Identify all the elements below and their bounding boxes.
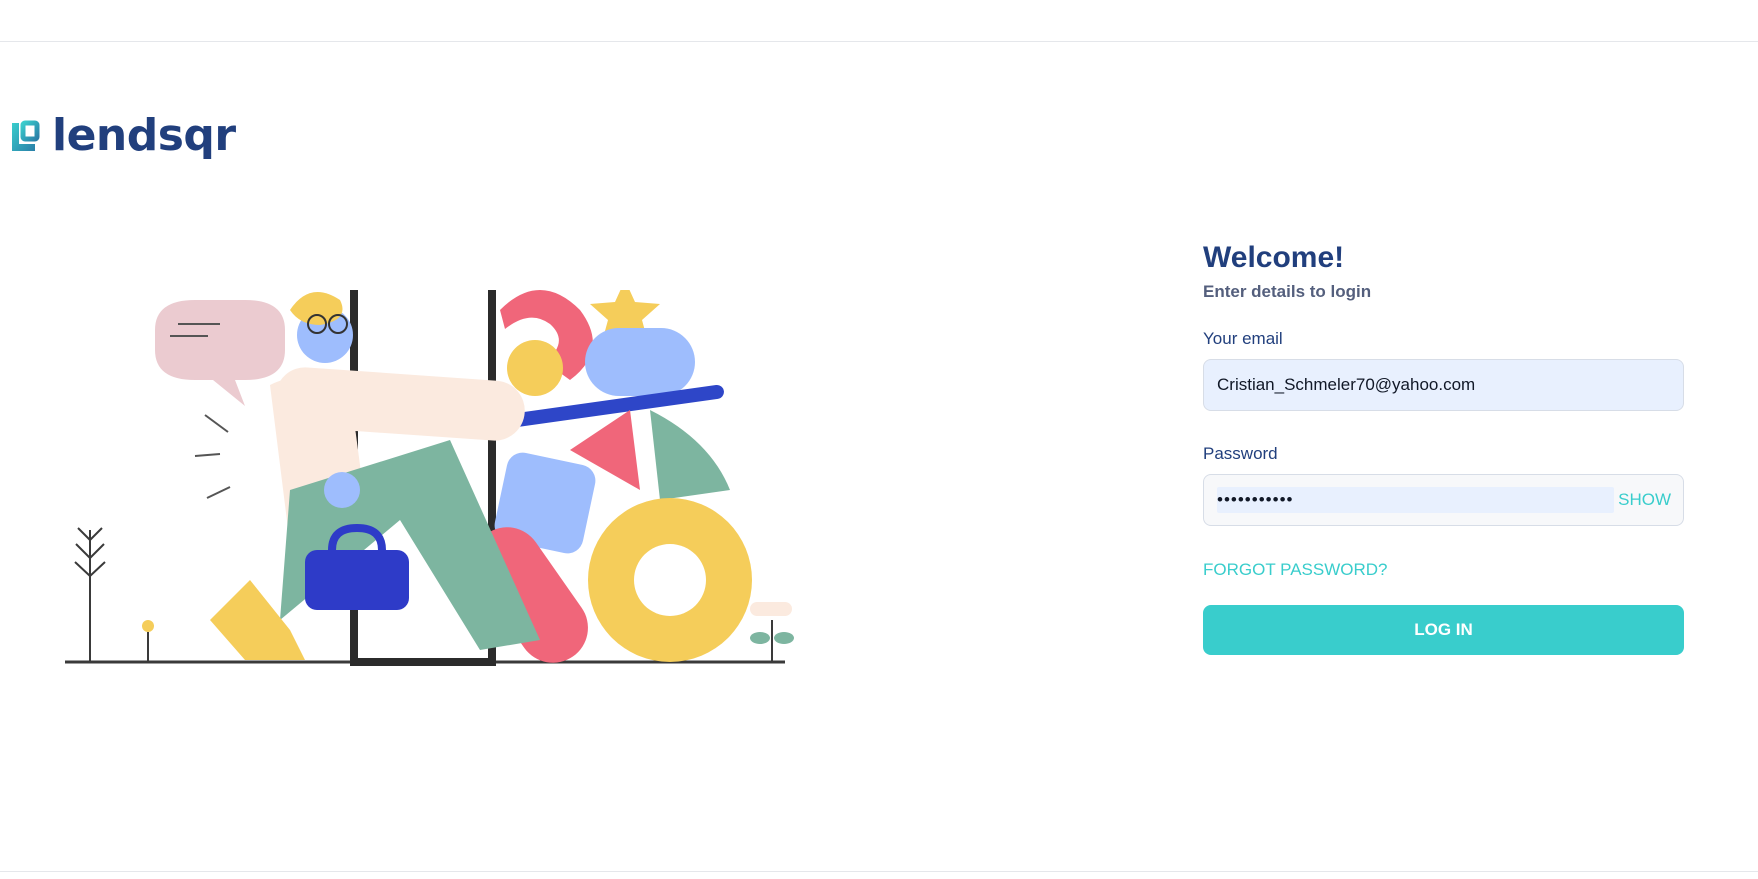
password-label: Password <box>1203 444 1278 463</box>
password-field[interactable] <box>1217 490 1615 510</box>
log-in-button[interactable]: LOG IN <box>1203 605 1684 655</box>
password-field-container: SHOW <box>1203 474 1684 526</box>
lendsqr-logo-icon <box>12 120 40 151</box>
login-form: Welcome! Enter details to login Your ema… <box>1203 240 1684 655</box>
welcome-title: Welcome! <box>1203 241 1345 274</box>
bottom-divider <box>0 871 1758 872</box>
brand-logo: lendsqr <box>10 110 236 161</box>
login-illustration <box>60 290 890 750</box>
email-label: Your email <box>1203 329 1283 348</box>
email-field-container <box>1203 359 1684 411</box>
email-field[interactable] <box>1217 375 1671 395</box>
password-field-autofill <box>1217 487 1615 513</box>
forgot-password-link[interactable]: FORGOT PASSWORD? <box>1203 560 1388 580</box>
person-walking-through-door-icon <box>65 290 794 666</box>
top-divider <box>0 41 1758 42</box>
show-password-button[interactable]: SHOW <box>1618 490 1671 510</box>
brand-name: lendsqr <box>52 110 236 161</box>
login-subtitle: Enter details to login <box>1203 282 1372 301</box>
